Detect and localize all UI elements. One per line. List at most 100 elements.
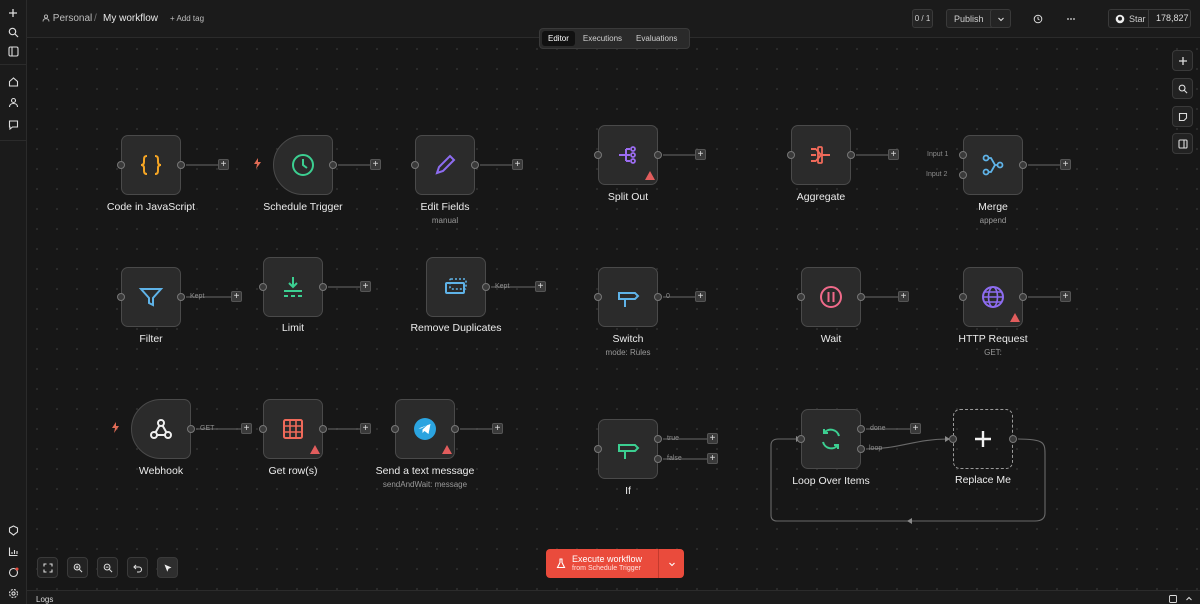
add-node-button[interactable]: + (707, 453, 718, 464)
pointer-mode-button[interactable] (157, 557, 178, 578)
insights-icon[interactable] (4, 542, 22, 560)
add-node-button[interactable]: + (512, 159, 523, 170)
add-node-button[interactable]: + (241, 423, 252, 434)
connector-handle[interactable] (797, 435, 805, 443)
connector-handle[interactable] (1009, 435, 1017, 443)
home-icon[interactable] (4, 72, 22, 90)
connector-handle[interactable] (411, 161, 419, 169)
add-node-button[interactable]: + (695, 149, 706, 160)
breadcrumb-project[interactable]: Personal (42, 13, 92, 24)
connector-handle[interactable] (857, 425, 865, 433)
node-aggregate[interactable] (791, 125, 851, 185)
node-code[interactable] (121, 135, 181, 195)
more-options-button[interactable] (1062, 9, 1080, 28)
node-merge[interactable] (963, 135, 1023, 195)
connector-handle[interactable] (329, 161, 337, 169)
add-node-button[interactable]: + (231, 291, 242, 302)
connector-handle[interactable] (177, 293, 185, 301)
connector-handle[interactable] (959, 171, 967, 179)
add-node-button[interactable]: + (695, 291, 706, 302)
execute-workflow-button[interactable]: Execute workflow from Schedule Trigger (546, 549, 684, 578)
panel-toggle-icon[interactable] (4, 42, 22, 60)
add-node-button[interactable]: + (535, 281, 546, 292)
undo-button[interactable] (127, 557, 148, 578)
sticky-note-button[interactable] (1172, 106, 1193, 127)
help-icon[interactable] (4, 563, 22, 581)
add-node-panel-button[interactable] (1172, 50, 1193, 71)
connector-handle[interactable] (451, 425, 459, 433)
add-node-button[interactable]: + (492, 423, 503, 434)
github-star-button[interactable]: Star 178,827 (1108, 9, 1191, 28)
side-panel-button[interactable] (1172, 133, 1193, 154)
add-tag-button[interactable]: + Add tag (170, 14, 204, 23)
connector-handle[interactable] (959, 293, 967, 301)
connector-handle[interactable] (471, 161, 479, 169)
connector-handle[interactable] (654, 293, 662, 301)
connector-handle[interactable] (391, 425, 399, 433)
connector-handle[interactable] (594, 293, 602, 301)
logs-panel[interactable]: Logs (27, 590, 1200, 604)
add-node-button[interactable]: + (1060, 291, 1071, 302)
connector-handle[interactable] (847, 151, 855, 159)
search-nodes-button[interactable] (1172, 78, 1193, 99)
add-node-button[interactable]: + (898, 291, 909, 302)
connector-handle[interactable] (857, 293, 865, 301)
add-node-button[interactable]: + (360, 281, 371, 292)
connector-handle[interactable] (797, 293, 805, 301)
tab-evaluations[interactable]: Evaluations (630, 31, 683, 46)
node-remove-duplicates[interactable] (426, 257, 486, 317)
connector-handle[interactable] (259, 283, 267, 291)
connector-handle[interactable] (177, 161, 185, 169)
connector-handle[interactable] (654, 435, 662, 443)
history-button[interactable] (1029, 9, 1047, 28)
connector-handle[interactable] (259, 425, 267, 433)
add-node-button[interactable]: + (888, 149, 899, 160)
connector-handle[interactable] (187, 425, 195, 433)
connector-handle[interactable] (594, 151, 602, 159)
connector-handle[interactable] (482, 283, 490, 291)
node-if[interactable] (598, 419, 658, 479)
node-wait[interactable] (801, 267, 861, 327)
zoom-in-button[interactable] (67, 557, 88, 578)
connector-handle[interactable] (949, 435, 957, 443)
plus-icon[interactable] (4, 4, 22, 22)
connector-handle[interactable] (594, 445, 602, 453)
connector-handle[interactable] (1019, 161, 1027, 169)
chat-icon[interactable] (4, 115, 22, 133)
node-filter[interactable] (121, 267, 181, 327)
connector-handle[interactable] (117, 161, 125, 169)
template-icon[interactable] (4, 521, 22, 539)
tab-editor[interactable]: Editor (542, 31, 575, 46)
node-switch[interactable] (598, 267, 658, 327)
settings-icon[interactable] (4, 584, 22, 602)
add-node-button[interactable]: + (360, 423, 371, 434)
zoom-out-button[interactable] (97, 557, 118, 578)
tab-executions[interactable]: Executions (577, 31, 628, 46)
connector-handle[interactable] (319, 425, 327, 433)
add-node-button[interactable]: + (370, 159, 381, 170)
node-schedule-trigger[interactable] (273, 135, 333, 195)
node-webhook[interactable] (131, 399, 191, 459)
chevron-up-icon[interactable] (1185, 595, 1193, 603)
node-loop-over-items[interactable] (801, 409, 861, 469)
add-node-button[interactable]: + (707, 433, 718, 444)
user-icon[interactable] (4, 93, 22, 111)
connector-handle[interactable] (787, 151, 795, 159)
node-limit[interactable] (263, 257, 323, 317)
workflow-name[interactable]: My workflow (103, 13, 158, 24)
open-logs-icon[interactable] (1169, 595, 1177, 603)
add-node-button[interactable]: + (1060, 159, 1071, 170)
search-icon[interactable] (4, 23, 22, 41)
connector-handle[interactable] (959, 151, 967, 159)
node-replace-me[interactable] (953, 409, 1013, 469)
connector-handle[interactable] (117, 293, 125, 301)
connector-handle[interactable] (654, 151, 662, 159)
connector-handle[interactable] (654, 455, 662, 463)
node-edit-fields[interactable] (415, 135, 475, 195)
add-node-button[interactable]: + (218, 159, 229, 170)
connector-handle[interactable] (319, 283, 327, 291)
publish-menu-button[interactable] (990, 9, 1011, 28)
execute-options-button[interactable] (658, 549, 684, 578)
fit-view-button[interactable] (37, 557, 58, 578)
connector-handle[interactable] (857, 445, 865, 453)
